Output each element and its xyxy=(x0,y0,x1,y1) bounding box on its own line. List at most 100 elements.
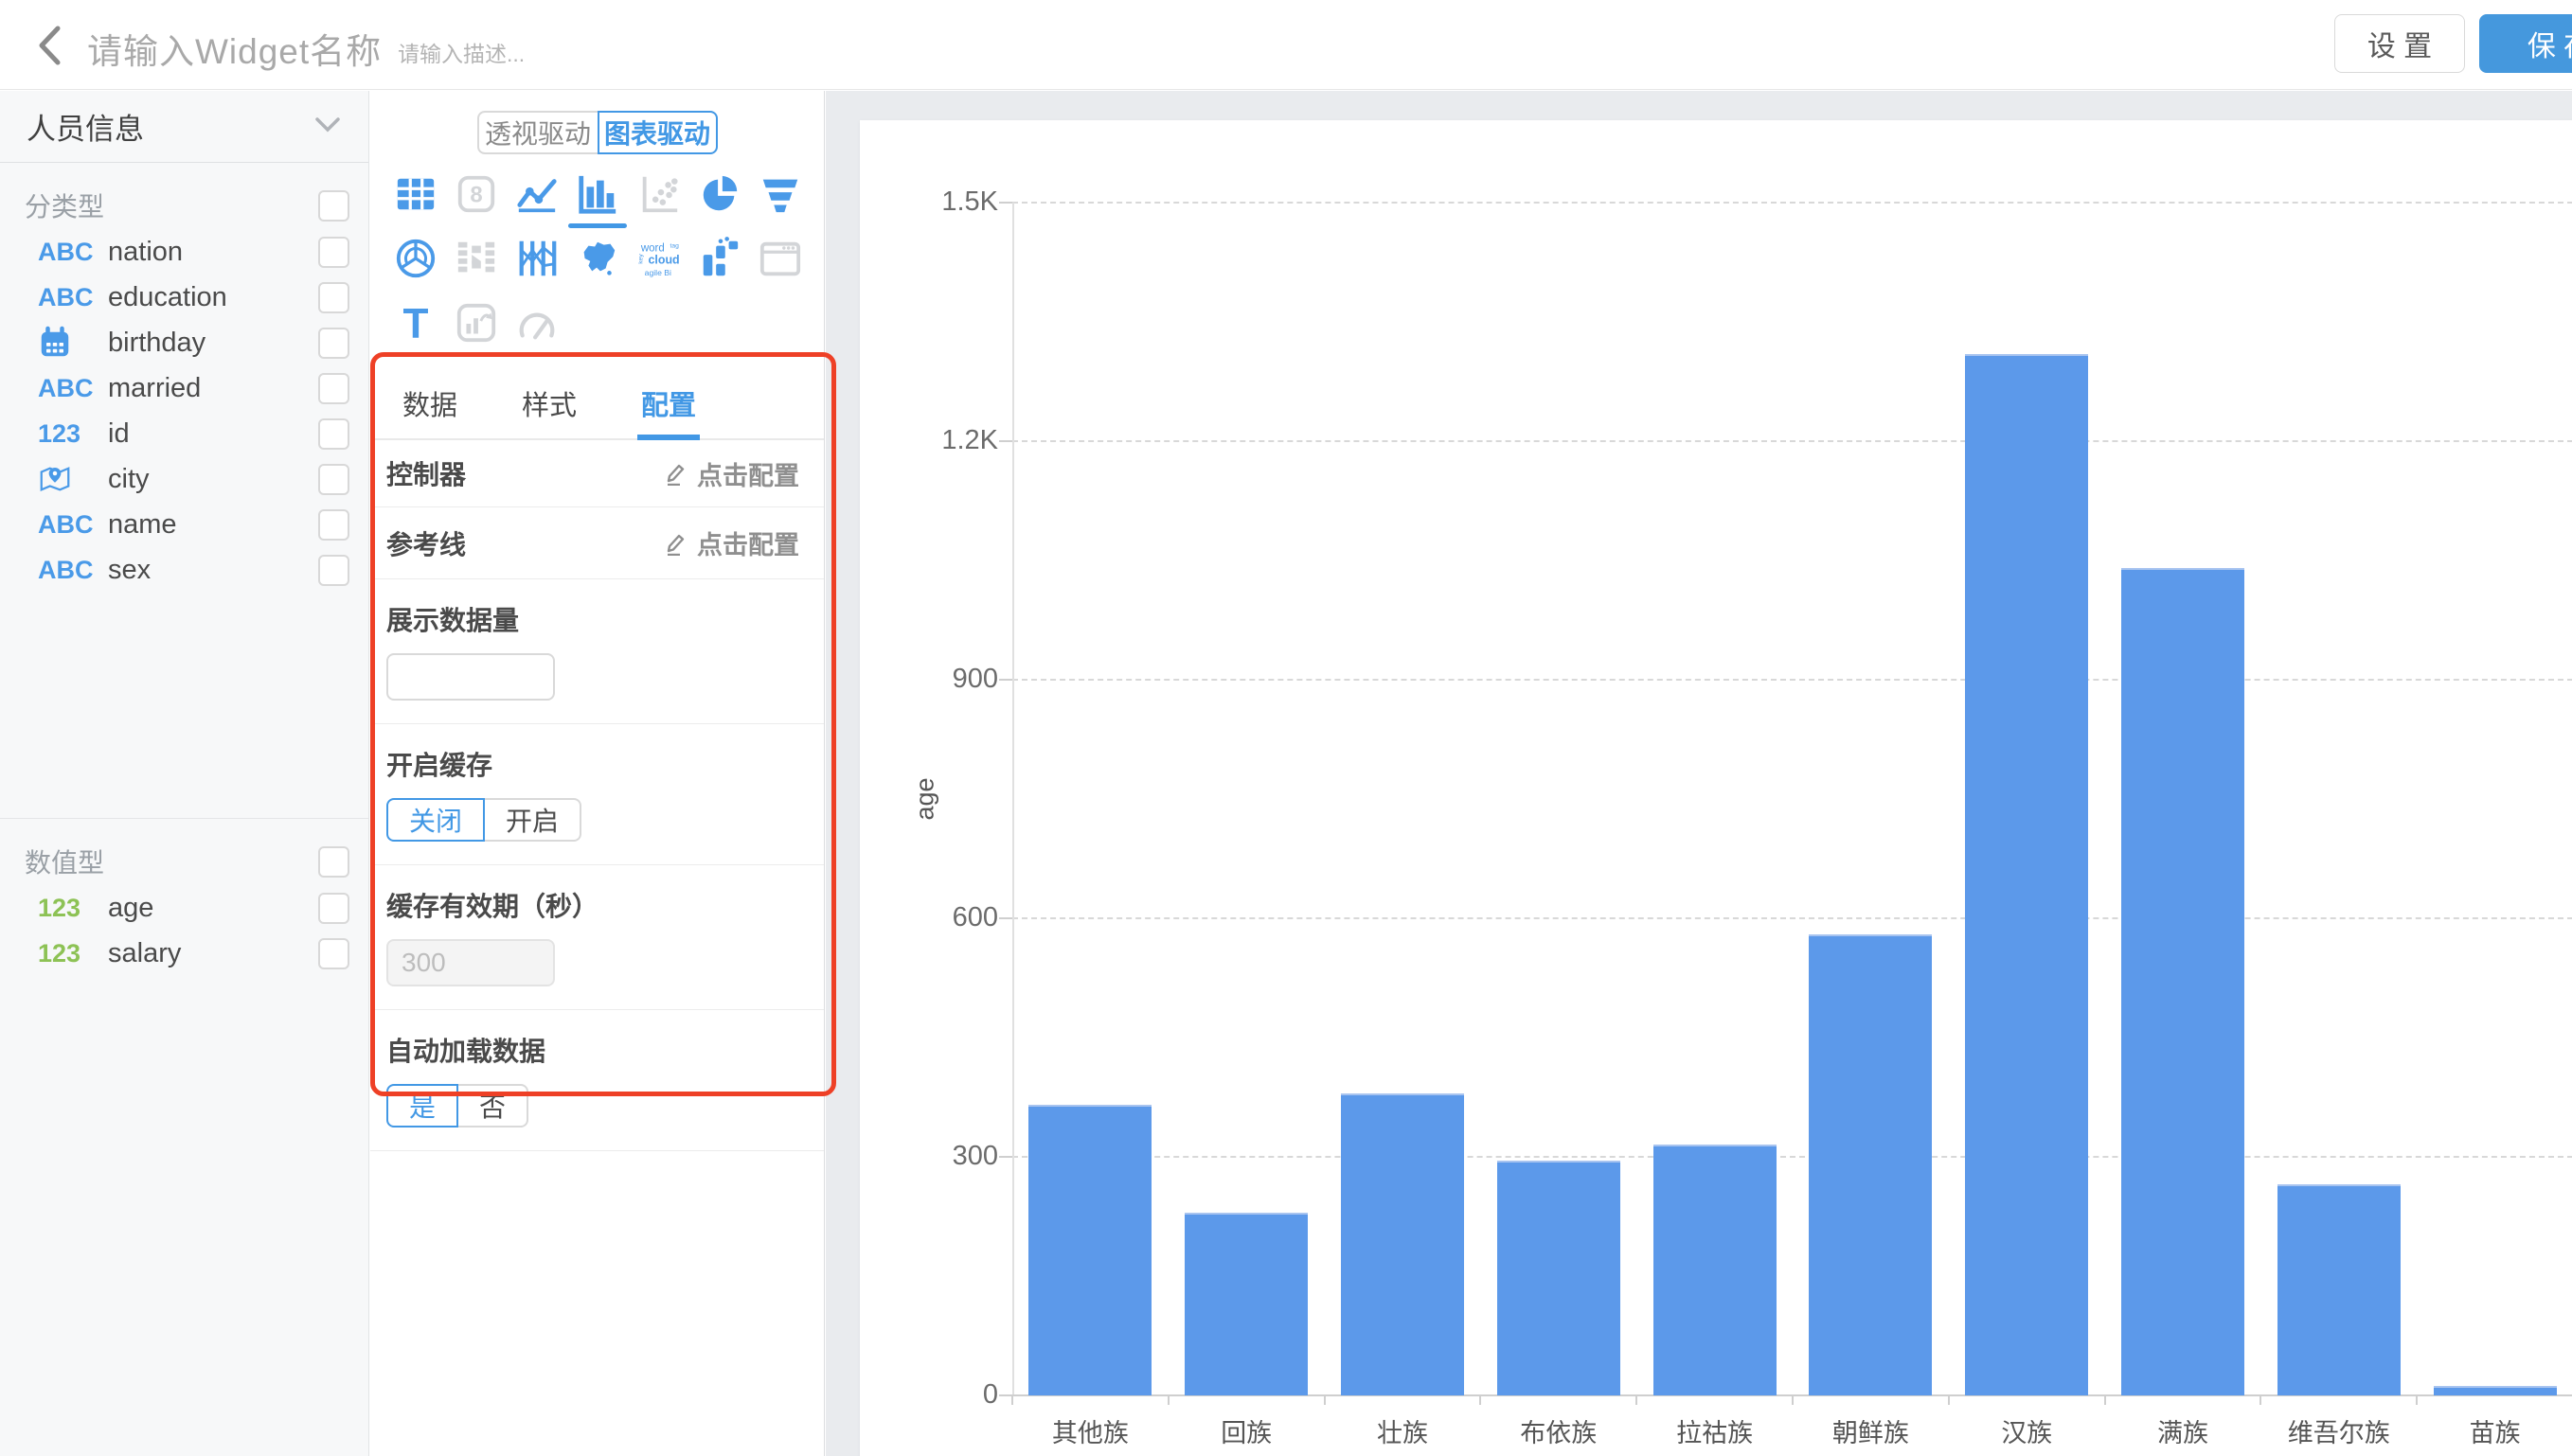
bar-维吾尔族[interactable] xyxy=(2277,1184,2401,1395)
field-section-header: 数值型 xyxy=(0,838,368,885)
field-item-city[interactable]: city xyxy=(0,456,368,502)
bar-回族[interactable] xyxy=(1185,1213,1308,1395)
y-axis-tick xyxy=(999,679,1012,681)
x-axis-tick xyxy=(1011,1395,1013,1405)
field-checkbox[interactable] xyxy=(318,509,349,541)
y-axis-line xyxy=(1012,203,1014,1395)
section-checkbox[interactable] xyxy=(318,846,349,878)
tab-数据[interactable]: 数据 xyxy=(399,372,461,438)
svg-text:8: 8 xyxy=(471,183,483,208)
tab-样式[interactable]: 样式 xyxy=(518,372,580,438)
segment-option[interactable]: 否 xyxy=(458,1084,528,1128)
segment-option[interactable]: 是 xyxy=(386,1084,458,1128)
field-checkbox[interactable] xyxy=(318,938,349,969)
x-axis-tick xyxy=(2104,1395,2106,1405)
field-checkbox[interactable] xyxy=(318,328,349,359)
y-axis-tick-label: 1.2K xyxy=(856,425,998,456)
field-item-education[interactable]: ABCeducation xyxy=(0,275,368,320)
drive-mode-toggle: 透视驱动图表驱动 xyxy=(477,111,718,154)
tab-配置[interactable]: 配置 xyxy=(637,372,700,440)
field-item-nation[interactable]: ABCnation xyxy=(0,229,368,275)
field-checkbox[interactable] xyxy=(318,555,349,586)
line-chart-icon[interactable] xyxy=(507,169,567,219)
bar-其他族[interactable] xyxy=(1028,1105,1152,1395)
pie-chart-icon[interactable] xyxy=(689,169,750,219)
svg-text:agile Bi: agile Bi xyxy=(644,268,670,277)
cache-toggle: 关闭开启 xyxy=(386,798,581,842)
field-checkbox[interactable] xyxy=(318,418,349,450)
reference-line-configure-link[interactable]: 点击配置 xyxy=(664,524,799,561)
bar-苗族[interactable] xyxy=(2434,1386,2557,1395)
gridline xyxy=(1012,440,2572,442)
x-axis-tick xyxy=(1948,1395,1950,1405)
radar-chart-icon[interactable] xyxy=(385,234,446,283)
display-limit-input[interactable] xyxy=(386,653,555,701)
dataset-selector[interactable]: 人员信息 xyxy=(0,91,368,163)
china-map-icon[interactable] xyxy=(567,234,628,283)
settings-button[interactable]: 设 置 xyxy=(2334,14,2465,73)
y-axis-tick xyxy=(999,440,1012,442)
field-item-salary[interactable]: 123salary xyxy=(0,931,368,976)
scatter-chart-icon[interactable] xyxy=(629,169,689,219)
field-checkbox[interactable] xyxy=(318,464,349,495)
abc-icon: ABC xyxy=(38,374,108,403)
widget-description-input[interactable]: 请输入描述... xyxy=(398,36,525,68)
sidebar-spacer xyxy=(0,593,368,818)
field-name: nation xyxy=(108,237,183,268)
field-checkbox[interactable] xyxy=(318,373,349,404)
y-axis-title: age xyxy=(911,777,940,820)
segment-option[interactable]: 关闭 xyxy=(386,798,485,842)
x-axis-tick xyxy=(2416,1395,2418,1405)
field-item-married[interactable]: ABCmarried xyxy=(0,365,368,411)
field-checkbox[interactable] xyxy=(318,282,349,313)
field-section-header: 分类型 xyxy=(0,182,368,229)
rich-text-icon[interactable] xyxy=(446,298,507,347)
y-axis-tick-label: 600 xyxy=(856,902,998,933)
auto-load-label: 自动加载数据 xyxy=(386,1031,799,1069)
text-widget-icon[interactable]: T xyxy=(385,298,446,347)
table-chart-icon[interactable] xyxy=(385,169,446,219)
number-card-icon[interactable]: 8 xyxy=(446,169,507,219)
field-item-sex[interactable]: ABCsex xyxy=(0,547,368,593)
save-button[interactable]: 保 存 xyxy=(2479,14,2572,73)
field-checkbox[interactable] xyxy=(318,893,349,924)
y-axis-tick-label: 300 xyxy=(856,1141,998,1172)
back-icon[interactable] xyxy=(28,23,74,68)
field-checkbox[interactable] xyxy=(318,237,349,268)
mode-option[interactable]: 透视驱动 xyxy=(477,111,598,154)
abc-icon: ABC xyxy=(38,238,108,267)
gridline xyxy=(1012,202,2572,204)
word-cloud-icon[interactable]: wordtagcloudkeyagile Bi xyxy=(629,234,689,283)
bar-布依族[interactable] xyxy=(1497,1161,1620,1395)
gauge-chart-icon[interactable] xyxy=(507,298,567,347)
field-name: sex xyxy=(108,555,151,586)
display-limit-label: 展示数据量 xyxy=(386,600,799,638)
bar-满族[interactable] xyxy=(2121,568,2244,1395)
bar-汉族[interactable] xyxy=(1965,354,2088,1395)
field-item-id[interactable]: 123id xyxy=(0,411,368,456)
svg-text:key: key xyxy=(637,254,644,264)
sankey-chart-icon[interactable] xyxy=(446,234,507,283)
dataset-name: 人员信息 xyxy=(27,105,144,148)
cache-ttl-input[interactable] xyxy=(386,939,555,986)
field-item-name[interactable]: ABCname xyxy=(0,502,368,547)
bar-朝鲜族[interactable] xyxy=(1809,934,1932,1395)
parallel-chart-icon[interactable] xyxy=(507,234,567,283)
segment-option[interactable]: 开启 xyxy=(485,798,581,842)
field-name: birthday xyxy=(108,328,205,359)
section-checkbox[interactable] xyxy=(318,190,349,222)
chart-config-panel: 透视驱动图表驱动 8 wordtagcloudkeyagile Bi T 数据样式配… xyxy=(370,91,825,1456)
funnel-chart-icon[interactable] xyxy=(750,169,811,219)
bar-chart-icon[interactable] xyxy=(567,169,628,219)
cache-ttl-section: 缓存有效期（秒） xyxy=(370,865,824,1010)
bar-拉祜族[interactable] xyxy=(1653,1145,1777,1395)
field-item-birthday[interactable]: birthday xyxy=(0,320,368,365)
bar-壮族[interactable] xyxy=(1341,1093,1464,1395)
widget-name-input[interactable]: 请输入Widget名称 xyxy=(87,23,382,74)
field-section-label: 数值型 xyxy=(25,843,104,880)
controller-configure-link[interactable]: 点击配置 xyxy=(664,455,799,492)
iframe-icon[interactable] xyxy=(750,234,811,283)
mode-option[interactable]: 图表驱动 xyxy=(598,111,718,154)
field-item-age[interactable]: 123age xyxy=(0,885,368,931)
waterfall-chart-icon[interactable] xyxy=(689,234,750,283)
